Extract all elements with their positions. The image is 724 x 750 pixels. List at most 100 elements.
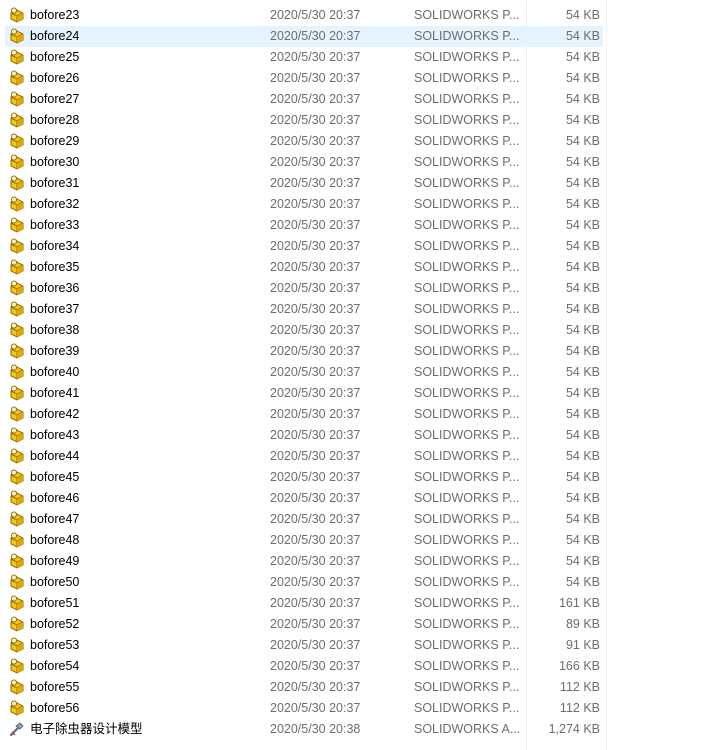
file-name: bofore43: [30, 428, 80, 442]
file-name: bofore47: [30, 512, 80, 526]
solidworks-part-icon: [9, 90, 27, 109]
solidworks-part-icon: [9, 636, 27, 655]
solidworks-part-icon: [9, 510, 27, 529]
file-type: SOLIDWORKS P...: [414, 239, 520, 253]
file-row[interactable]: bofore25 2020/5/30 20:37 SOLIDWORKS P... 54…: [5, 47, 603, 68]
file-row[interactable]: bofore44 2020/5/30 20:37 SOLIDWORKS P... 54…: [5, 446, 603, 467]
file-row[interactable]: bofore39 2020/5/30 20:37 SOLIDWORKS P... 54…: [5, 341, 603, 362]
file-row[interactable]: bofore51 2020/5/30 20:37 SOLIDWORKS P... 16…: [5, 593, 603, 614]
file-date-modified: 2020/5/30 20:37: [270, 533, 361, 547]
file-row[interactable]: bofore42 2020/5/30 20:37 SOLIDWORKS P... 54…: [5, 404, 603, 425]
file-size: 54 KB: [565, 260, 600, 274]
file-size: 54 KB: [565, 428, 600, 442]
file-type: SOLIDWORKS P...: [414, 428, 520, 442]
solidworks-part-icon: [9, 405, 27, 424]
file-name: bofore34: [30, 239, 80, 253]
file-size: 54 KB: [565, 155, 600, 169]
file-name: bofore27: [30, 92, 80, 106]
file-type: SOLIDWORKS P...: [414, 512, 520, 526]
file-row[interactable]: bofore40 2020/5/30 20:37 SOLIDWORKS P... 54…: [5, 362, 603, 383]
file-row[interactable]: bofore29 2020/5/30 20:37 SOLIDWORKS P... 54…: [5, 131, 603, 152]
file-size: 54 KB: [565, 386, 600, 400]
file-size: 54 KB: [565, 8, 600, 22]
file-size: 54 KB: [565, 218, 600, 232]
file-row[interactable]: bofore47 2020/5/30 20:37 SOLIDWORKS P... 54…: [5, 509, 603, 530]
file-type: SOLIDWORKS P...: [414, 302, 520, 316]
file-row[interactable]: bofore24 2020/5/30 20:37 SOLIDWORKS P... 54…: [5, 26, 603, 47]
file-row[interactable]: bofore27 2020/5/30 20:37 SOLIDWORKS P... 54…: [5, 89, 603, 110]
file-date-modified: 2020/5/30 20:37: [270, 134, 361, 148]
file-size: 54 KB: [565, 29, 600, 43]
file-type: SOLIDWORKS P...: [414, 8, 520, 22]
file-row[interactable]: bofore34 2020/5/30 20:37 SOLIDWORKS P... 54…: [5, 236, 603, 257]
solidworks-part-icon: [9, 174, 27, 193]
file-size: 54 KB: [565, 113, 600, 127]
file-date-modified: 2020/5/30 20:37: [270, 617, 361, 631]
file-row[interactable]: bofore28 2020/5/30 20:37 SOLIDWORKS P... 54…: [5, 110, 603, 131]
solidworks-part-icon: [9, 594, 27, 613]
file-row[interactable]: bofore48 2020/5/30 20:37 SOLIDWORKS P... 54…: [5, 530, 603, 551]
file-date-modified: 2020/5/30 20:37: [270, 302, 361, 316]
file-date-modified: 2020/5/30 20:38: [270, 722, 361, 736]
file-name: bofore37: [30, 302, 80, 316]
file-date-modified: 2020/5/30 20:37: [270, 50, 361, 64]
file-row[interactable]: bofore49 2020/5/30 20:37 SOLIDWORKS P... 54…: [5, 551, 603, 572]
solidworks-part-icon: [9, 279, 27, 298]
file-row[interactable]: bofore55 2020/5/30 20:37 SOLIDWORKS P... 11…: [5, 677, 603, 698]
file-row[interactable]: bofore36 2020/5/30 20:37 SOLIDWORKS P... 54…: [5, 278, 603, 299]
file-type: SOLIDWORKS A...: [414, 722, 521, 736]
solidworks-part-icon: [9, 426, 27, 445]
file-row[interactable]: bofore26 2020/5/30 20:37 SOLIDWORKS P... 54…: [5, 68, 603, 89]
file-row[interactable]: bofore23 2020/5/30 20:37 SOLIDWORKS P... 54…: [5, 5, 603, 26]
file-row[interactable]: bofore53 2020/5/30 20:37 SOLIDWORKS P... 91…: [5, 635, 603, 656]
file-row[interactable]: bofore46 2020/5/30 20:37 SOLIDWORKS P... 54…: [5, 488, 603, 509]
file-size: 54 KB: [565, 365, 600, 379]
file-row[interactable]: bofore41 2020/5/30 20:37 SOLIDWORKS P... 54…: [5, 383, 603, 404]
solidworks-part-icon: [9, 321, 27, 340]
file-size: 166 KB: [558, 659, 600, 673]
file-type: SOLIDWORKS P...: [414, 491, 520, 505]
file-name: bofore45: [30, 470, 80, 484]
file-type: SOLIDWORKS P...: [414, 638, 520, 652]
file-type: SOLIDWORKS P...: [414, 386, 520, 400]
file-type: SOLIDWORKS P...: [414, 365, 520, 379]
file-type: SOLIDWORKS P...: [414, 575, 520, 589]
file-row[interactable]: bofore30 2020/5/30 20:37 SOLIDWORKS P... 54…: [5, 152, 603, 173]
file-row[interactable]: bofore33 2020/5/30 20:37 SOLIDWORKS P... 54…: [5, 215, 603, 236]
file-row[interactable]: bofore37 2020/5/30 20:37 SOLIDWORKS P... 54…: [5, 299, 603, 320]
file-size: 54 KB: [565, 50, 600, 64]
file-date-modified: 2020/5/30 20:37: [270, 197, 361, 211]
file-row[interactable]: bofore35 2020/5/30 20:37 SOLIDWORKS P... 54…: [5, 257, 603, 278]
file-date-modified: 2020/5/30 20:37: [270, 8, 361, 22]
solidworks-part-icon: [9, 342, 27, 361]
column-divider-size[interactable]: [606, 0, 607, 750]
file-row[interactable]: bofore50 2020/5/30 20:37 SOLIDWORKS P... 54…: [5, 572, 603, 593]
file-name: bofore53: [30, 638, 80, 652]
file-row[interactable]: bofore43 2020/5/30 20:37 SOLIDWORKS P... 54…: [5, 425, 603, 446]
file-row[interactable]: bofore31 2020/5/30 20:37 SOLIDWORKS P... 54…: [5, 173, 603, 194]
file-size: 54 KB: [565, 407, 600, 421]
file-size: 1,274 KB: [548, 722, 600, 736]
file-row[interactable]: bofore45 2020/5/30 20:37 SOLIDWORKS P... 54…: [5, 467, 603, 488]
file-type: SOLIDWORKS P...: [414, 323, 520, 337]
file-name: bofore46: [30, 491, 80, 505]
file-row[interactable]: 电子除虫器设计模型 2020/5/30 20:38 SOLIDWORKS A... 1…: [5, 719, 603, 740]
file-name: bofore51: [30, 596, 80, 610]
file-date-modified: 2020/5/30 20:37: [270, 491, 361, 505]
file-type: SOLIDWORKS P...: [414, 407, 520, 421]
solidworks-part-icon: [9, 384, 27, 403]
file-list: bofore23 2020/5/30 20:37 SOLIDWORKS P... 54…: [0, 0, 724, 750]
file-type: SOLIDWORKS P...: [414, 176, 520, 190]
file-type: SOLIDWORKS P...: [414, 680, 520, 694]
file-name: bofore40: [30, 365, 80, 379]
file-type: SOLIDWORKS P...: [414, 596, 520, 610]
file-type: SOLIDWORKS P...: [414, 701, 520, 715]
file-size: 54 KB: [565, 197, 600, 211]
file-row[interactable]: bofore38 2020/5/30 20:37 SOLIDWORKS P... 54…: [5, 320, 603, 341]
file-row[interactable]: bofore52 2020/5/30 20:37 SOLIDWORKS P... 89…: [5, 614, 603, 635]
file-name: bofore52: [30, 617, 80, 631]
file-row[interactable]: bofore32 2020/5/30 20:37 SOLIDWORKS P... 54…: [5, 194, 603, 215]
file-row[interactable]: bofore56 2020/5/30 20:37 SOLIDWORKS P... 11…: [5, 698, 603, 719]
file-date-modified: 2020/5/30 20:37: [270, 365, 361, 379]
file-row[interactable]: bofore54 2020/5/30 20:37 SOLIDWORKS P... 16…: [5, 656, 603, 677]
